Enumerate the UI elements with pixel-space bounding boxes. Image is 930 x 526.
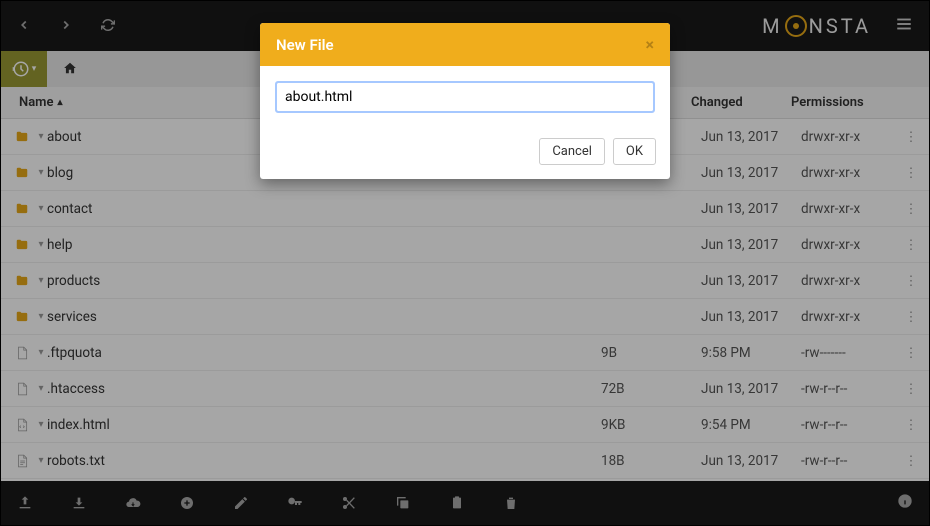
- modal-overlay: New File × Cancel OK: [1, 1, 929, 525]
- close-icon[interactable]: ×: [646, 35, 655, 54]
- cancel-button[interactable]: Cancel: [539, 138, 605, 165]
- new-file-modal: New File × Cancel OK: [260, 23, 670, 179]
- modal-header: New File ×: [260, 23, 670, 66]
- modal-body: [260, 66, 670, 128]
- ok-button[interactable]: OK: [613, 138, 656, 165]
- modal-footer: Cancel OK: [260, 128, 670, 179]
- modal-title: New File: [276, 36, 334, 54]
- filename-input[interactable]: [276, 82, 654, 112]
